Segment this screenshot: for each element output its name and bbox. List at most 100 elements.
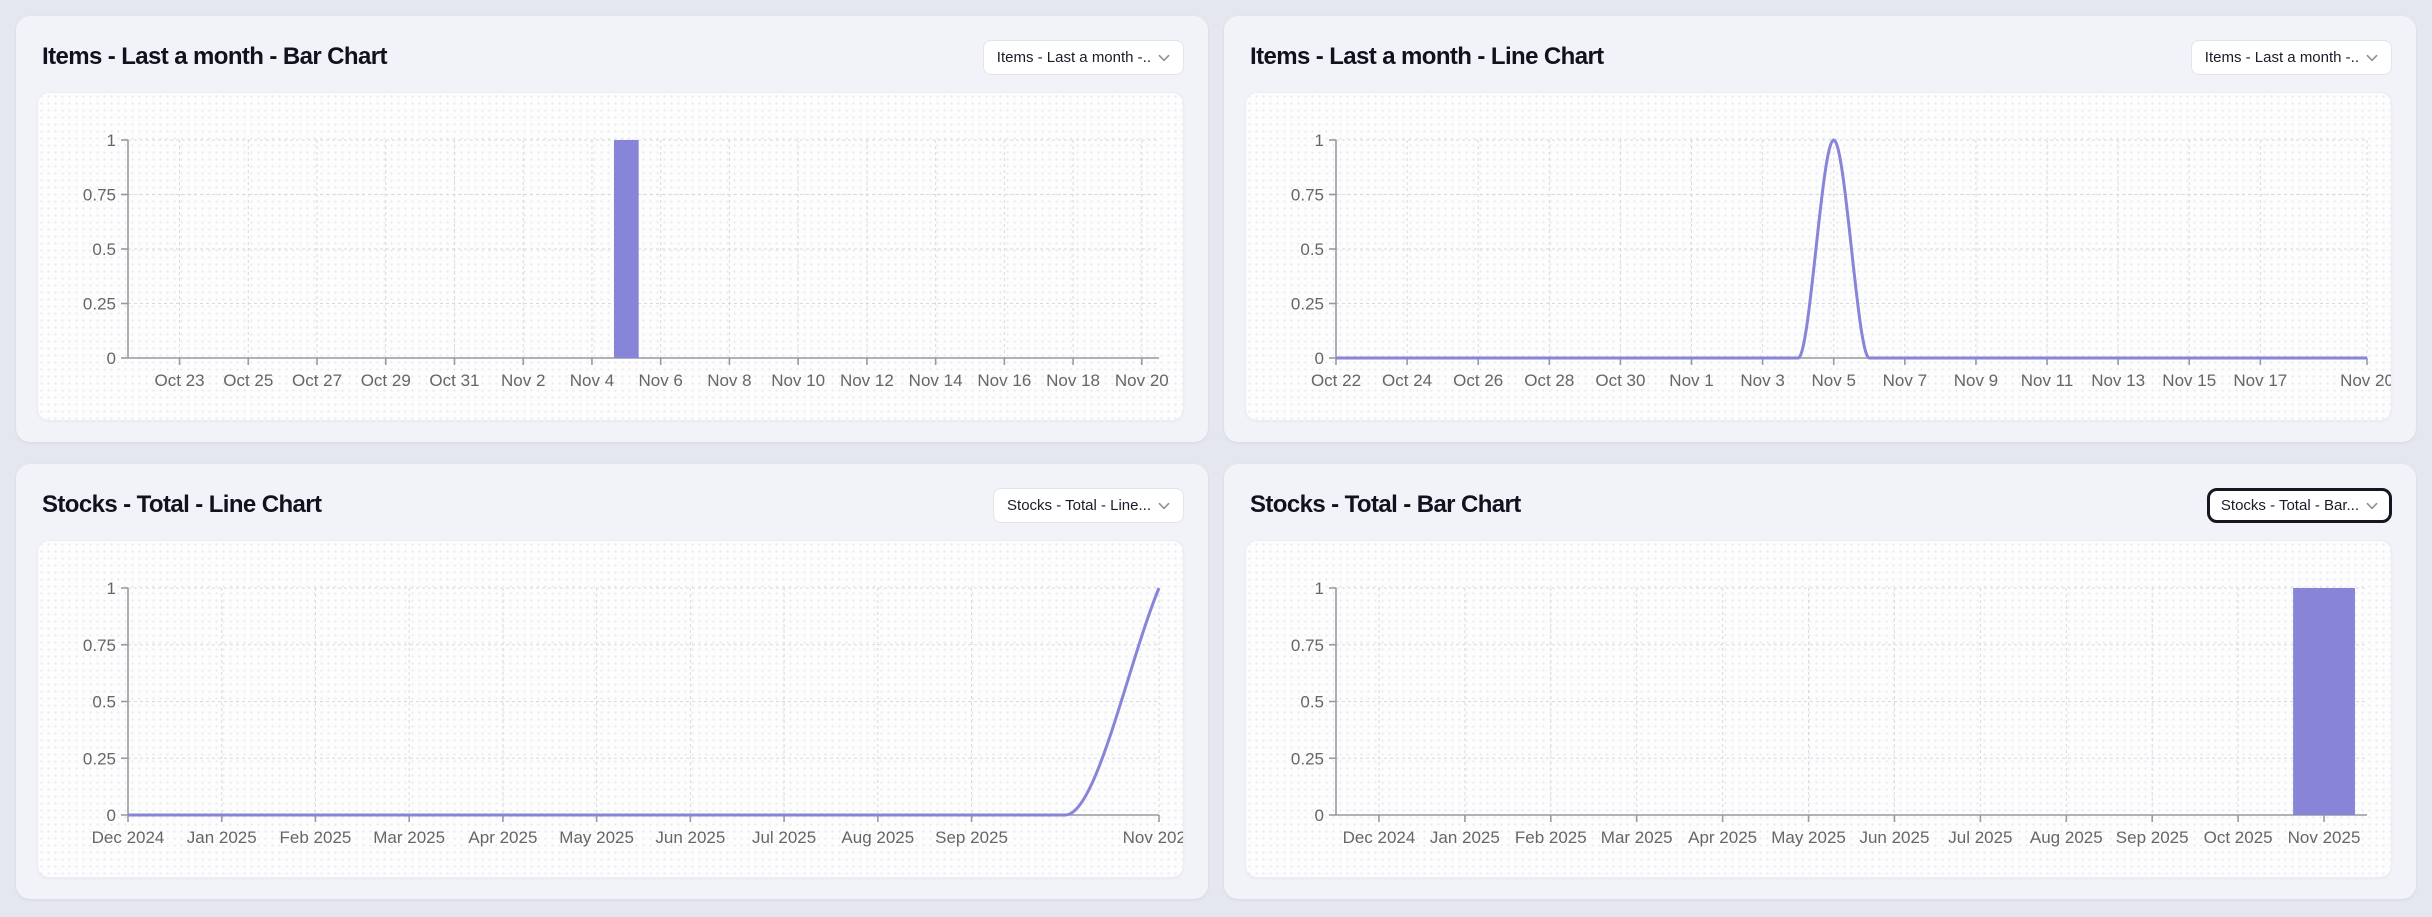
svg-text:Jan 2025: Jan 2025 xyxy=(187,828,257,847)
svg-text:Oct 31: Oct 31 xyxy=(429,371,479,390)
chart-title: Stocks - Total - Line Chart xyxy=(42,491,321,519)
svg-text:Nov 20: Nov 20 xyxy=(1115,371,1169,390)
svg-text:Nov 11: Nov 11 xyxy=(2021,371,2074,390)
svg-text:0: 0 xyxy=(107,806,116,825)
svg-text:0: 0 xyxy=(1315,806,1324,825)
svg-text:Feb 2025: Feb 2025 xyxy=(1515,828,1587,847)
chevron-down-icon xyxy=(1158,502,1170,510)
svg-text:Nov 2025: Nov 2025 xyxy=(1123,828,1183,847)
svg-text:Apr 2025: Apr 2025 xyxy=(1688,828,1757,847)
svg-text:Nov 10: Nov 10 xyxy=(771,371,825,390)
svg-text:0: 0 xyxy=(1315,349,1324,368)
chart-card-items-bar: Items - Last a month - Bar Chart Items -… xyxy=(16,16,1208,442)
svg-text:0.25: 0.25 xyxy=(1291,295,1324,314)
svg-text:1: 1 xyxy=(107,579,116,598)
svg-text:Nov 5: Nov 5 xyxy=(1812,371,1856,390)
charts-dashboard: Items - Last a month - Bar Chart Items -… xyxy=(0,0,2432,917)
svg-text:Oct 23: Oct 23 xyxy=(155,371,205,390)
bar-chart-canvas: Dec 2024 Jan 2025 Feb 2025 Mar 2025 Apr 2025… xyxy=(1246,541,2391,877)
chart-card-stocks-bar: Stocks - Total - Bar Chart Stocks - Tota… xyxy=(1224,464,2416,899)
card-header: Stocks - Total - Bar Chart Stocks - Tota… xyxy=(1245,484,2392,526)
svg-text:Mar 2025: Mar 2025 xyxy=(1601,828,1673,847)
chart-selector-dropdown[interactable]: Items - Last a month -.. xyxy=(2191,40,2392,75)
line-chart-panel[interactable]: Oct 22Oct 24Oct 26Oct 28Oct 30Nov 1Nov 3… xyxy=(1245,92,2392,421)
dropdown-selected-value: Stocks - Total - Bar... xyxy=(2221,497,2359,514)
chevron-down-icon xyxy=(2366,502,2378,510)
svg-text:0.75: 0.75 xyxy=(1291,186,1324,205)
svg-text:0.25: 0.25 xyxy=(83,749,116,768)
chart-title: Items - Last a month - Line Chart xyxy=(1250,43,1604,71)
svg-text:Oct 24: Oct 24 xyxy=(1382,371,1432,390)
svg-text:Oct 27: Oct 27 xyxy=(292,371,342,390)
svg-text:Nov 14: Nov 14 xyxy=(909,371,963,390)
card-header: Items - Last a month - Bar Chart Items -… xyxy=(37,36,1184,78)
svg-text:Nov 2025: Nov 2025 xyxy=(2288,828,2361,847)
svg-text:Nov 2: Nov 2 xyxy=(501,371,545,390)
dropdown-selected-value: Stocks - Total - Line... xyxy=(1007,497,1151,514)
bar-chart-panel[interactable]: Dec 2024 Jan 2025 Feb 2025 Mar 2025 Apr 2025… xyxy=(1245,540,2392,878)
chevron-down-icon xyxy=(1158,54,1170,62)
svg-text:Nov 18: Nov 18 xyxy=(1046,371,1100,390)
svg-text:Nov 15: Nov 15 xyxy=(2162,371,2216,390)
chart-selector-dropdown[interactable]: Items - Last a month -.. xyxy=(983,40,1184,75)
svg-text:Apr 2025: Apr 2025 xyxy=(468,828,537,847)
svg-text:Oct 22: Oct 22 xyxy=(1311,371,1361,390)
svg-text:0.75: 0.75 xyxy=(1291,636,1324,655)
chart-card-stocks-line: Stocks - Total - Line Chart Stocks - Tot… xyxy=(16,464,1208,899)
svg-text:Nov 6: Nov 6 xyxy=(638,371,682,390)
svg-text:0.75: 0.75 xyxy=(83,186,116,205)
svg-text:Nov 9: Nov 9 xyxy=(1954,371,1998,390)
svg-text:0.5: 0.5 xyxy=(1300,240,1324,259)
svg-text:Aug 2025: Aug 2025 xyxy=(841,828,914,847)
svg-text:Jun 2025: Jun 2025 xyxy=(655,828,725,847)
chart-card-items-line: Items - Last a month - Line Chart Items … xyxy=(1224,16,2416,442)
dropdown-selected-value: Items - Last a month -.. xyxy=(2205,49,2359,66)
svg-text:Jan 2025: Jan 2025 xyxy=(1430,828,1500,847)
svg-text:Nov 7: Nov 7 xyxy=(1883,371,1927,390)
card-header: Stocks - Total - Line Chart Stocks - Tot… xyxy=(37,484,1184,526)
svg-text:0.75: 0.75 xyxy=(83,636,116,655)
svg-text:Jul 2025: Jul 2025 xyxy=(752,828,816,847)
svg-text:Jun 2025: Jun 2025 xyxy=(1859,828,1929,847)
card-header: Items - Last a month - Line Chart Items … xyxy=(1245,36,2392,78)
svg-text:Mar 2025: Mar 2025 xyxy=(373,828,445,847)
chart-title: Items - Last a month - Bar Chart xyxy=(42,43,387,71)
chart-selector-dropdown[interactable]: Stocks - Total - Line... xyxy=(993,488,1184,523)
line-chart-panel[interactable]: Dec 2024Jan 2025Feb 2025Mar 2025Apr 2025… xyxy=(37,540,1184,878)
svg-text:Oct 2025: Oct 2025 xyxy=(2204,828,2273,847)
svg-text:Dec 2024: Dec 2024 xyxy=(1343,828,1416,847)
svg-text:Sep 2025: Sep 2025 xyxy=(2116,828,2189,847)
svg-text:0: 0 xyxy=(107,349,116,368)
bar-chart-canvas: Oct 23 Oct 25 Oct 27 Oct 29 Oct 31 Nov 2 Nov 4… xyxy=(38,93,1183,420)
svg-text:Feb 2025: Feb 2025 xyxy=(280,828,352,847)
svg-text:0.5: 0.5 xyxy=(92,693,116,712)
svg-text:Nov 16: Nov 16 xyxy=(977,371,1031,390)
svg-text:Nov 4: Nov 4 xyxy=(570,371,614,390)
chevron-down-icon xyxy=(2366,54,2378,62)
svg-text:May 2025: May 2025 xyxy=(559,828,634,847)
svg-text:Aug 2025: Aug 2025 xyxy=(2030,828,2103,847)
svg-text:0.25: 0.25 xyxy=(1291,749,1324,768)
svg-text:Sep 2025: Sep 2025 xyxy=(935,828,1008,847)
svg-text:Nov 20: Nov 20 xyxy=(2340,371,2391,390)
svg-text:Nov 3: Nov 3 xyxy=(1740,371,1784,390)
svg-text:Nov 17: Nov 17 xyxy=(2233,371,2287,390)
svg-text:Jul 2025: Jul 2025 xyxy=(1948,828,2012,847)
svg-text:1: 1 xyxy=(1315,131,1324,150)
svg-text:Nov 13: Nov 13 xyxy=(2091,371,2145,390)
svg-text:Oct 25: Oct 25 xyxy=(223,371,273,390)
bar-chart-panel[interactable]: Oct 23 Oct 25 Oct 27 Oct 29 Oct 31 Nov 2 Nov 4… xyxy=(37,92,1184,421)
svg-text:Oct 30: Oct 30 xyxy=(1595,371,1645,390)
chart-selector-dropdown[interactable]: Stocks - Total - Bar... xyxy=(2207,488,2392,523)
svg-text:0.25: 0.25 xyxy=(83,295,116,314)
svg-text:Oct 29: Oct 29 xyxy=(361,371,411,390)
line-chart-canvas: Dec 2024Jan 2025Feb 2025Mar 2025Apr 2025… xyxy=(38,541,1183,877)
chart-title: Stocks - Total - Bar Chart xyxy=(1250,491,1521,519)
svg-text:0.5: 0.5 xyxy=(92,240,116,259)
svg-text:Nov 8: Nov 8 xyxy=(707,371,751,390)
svg-text:1: 1 xyxy=(107,131,116,150)
svg-text:Oct 26: Oct 26 xyxy=(1453,371,1503,390)
svg-text:Oct 28: Oct 28 xyxy=(1524,371,1574,390)
svg-text:1: 1 xyxy=(1315,579,1324,598)
line-chart-canvas: Oct 22Oct 24Oct 26Oct 28Oct 30Nov 1Nov 3… xyxy=(1246,93,2391,420)
